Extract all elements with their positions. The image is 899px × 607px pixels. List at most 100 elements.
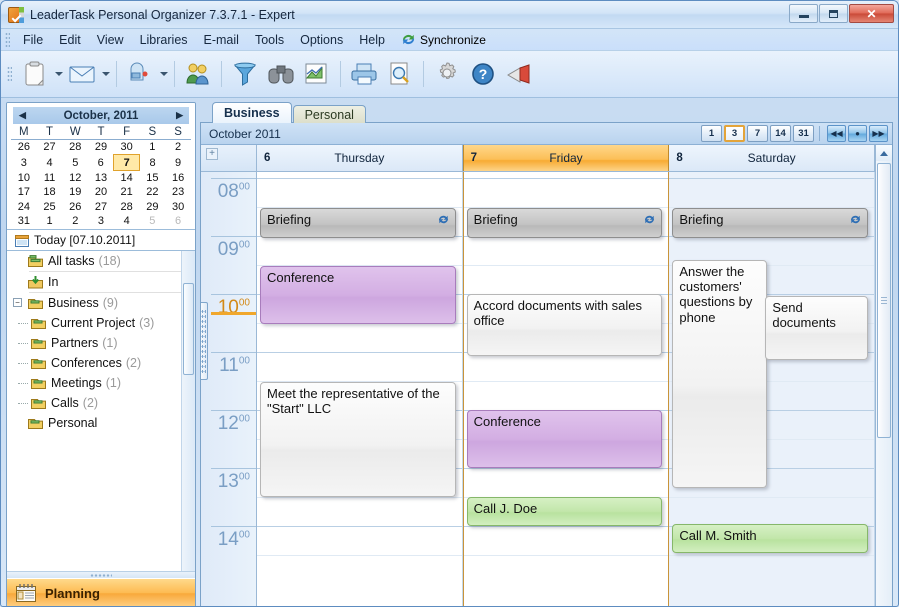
calendar-day[interactable]: 6 [88, 155, 114, 170]
calendar-event[interactable]: Briefing [672, 208, 869, 238]
tree-item-current-project[interactable]: Current Project (3) [7, 313, 195, 333]
day-header-thursday[interactable]: 6 Thursday [257, 145, 463, 171]
calendar-day[interactable]: 30 [114, 140, 140, 155]
calendar-day[interactable]: 6 [165, 214, 191, 228]
calendar-day[interactable]: 25 [37, 200, 63, 214]
calendar-event[interactable]: Briefing [260, 208, 456, 238]
filter-button[interactable] [227, 54, 263, 94]
new-task-dropdown[interactable] [53, 54, 64, 94]
scrollbar-thumb[interactable] [877, 163, 891, 438]
calendar-day[interactable]: 27 [37, 140, 63, 155]
tree-item-meetings[interactable]: Meetings (1) [7, 373, 195, 393]
calendar-day[interactable]: 28 [114, 200, 140, 214]
new-task-button[interactable] [17, 54, 53, 94]
calendar-day[interactable]: 26 [62, 200, 88, 214]
tree-item-partners[interactable]: Partners (1) [7, 333, 195, 353]
calendar-event[interactable]: Send documents [765, 296, 869, 360]
calendar-day[interactable]: 29 [88, 140, 114, 155]
calendar-day[interactable]: 4 [37, 155, 63, 170]
new-email-dropdown[interactable] [100, 54, 111, 94]
calendar-day[interactable]: 5 [140, 214, 166, 228]
calendar-day[interactable]: 23 [165, 185, 191, 199]
announce-button[interactable] [501, 54, 537, 94]
calendar-event[interactable]: Conference [260, 266, 456, 324]
calendar-day[interactable]: 5 [62, 155, 88, 170]
menu-view[interactable]: View [89, 31, 132, 49]
calendar-day-selected[interactable]: 7 [113, 154, 141, 171]
nav-button-planning[interactable]: Planning [7, 578, 195, 606]
calendar-day[interactable]: 16 [165, 170, 191, 185]
tree-expander-icon[interactable]: − [13, 298, 22, 308]
prev-period-button[interactable]: ◀◀ [827, 125, 846, 142]
print-button[interactable] [346, 54, 382, 94]
calendar-day[interactable]: 24 [11, 200, 37, 214]
calendar-day[interactable]: 9 [165, 155, 191, 170]
calendar-day[interactable]: 4 [114, 214, 140, 228]
calendar-day[interactable]: 13 [88, 170, 114, 185]
today-link[interactable]: Today [07.10.2011] [7, 229, 195, 250]
expand-plus-icon[interactable]: + [206, 148, 218, 160]
calendar-day[interactable]: 1 [37, 214, 63, 228]
menu-libraries[interactable]: Libraries [132, 31, 196, 49]
calendar-day[interactable]: 14 [114, 170, 140, 185]
calendar-day[interactable]: 18 [37, 185, 63, 199]
day-column-thursday[interactable]: Briefing Conference Meet the representativ… [257, 172, 463, 606]
next-month-button[interactable]: ▶ [176, 110, 183, 121]
calendar-day[interactable]: 17 [11, 185, 37, 199]
calendar-event[interactable]: Call J. Doe [466, 497, 663, 526]
calendar-day[interactable]: 12 [62, 170, 88, 185]
calendar-event[interactable]: Meet the representative of the "Start" L… [260, 382, 456, 497]
print-preview-button[interactable] [382, 54, 418, 94]
menu-grip-icon[interactable] [5, 31, 10, 48]
close-button[interactable]: ✕ [849, 4, 894, 23]
settings-button[interactable] [429, 54, 465, 94]
calendar-day[interactable]: 21 [114, 185, 140, 199]
tab-business[interactable]: Business [212, 102, 292, 123]
mailbox-dropdown[interactable] [158, 54, 169, 94]
tree-item-calls[interactable]: Calls (2) [7, 393, 195, 413]
mailbox-button[interactable] [122, 54, 158, 94]
tree-item-in[interactable]: In [7, 272, 195, 292]
calendar-day[interactable]: 2 [62, 214, 88, 228]
calendar-day[interactable]: 3 [88, 214, 114, 228]
calendar-day[interactable]: 11 [37, 170, 63, 185]
calendar-event[interactable]: Answer the customers' questions by phone [672, 260, 768, 488]
menu-email[interactable]: E-mail [196, 31, 247, 49]
menu-options[interactable]: Options [292, 31, 351, 49]
menu-edit[interactable]: Edit [51, 31, 89, 49]
scroll-up-button[interactable] [876, 145, 892, 161]
new-email-button[interactable] [64, 54, 100, 94]
sidebar-scrollbar-thumb[interactable] [183, 283, 194, 376]
tree-item-all-tasks[interactable]: All tasks (18) [7, 251, 195, 271]
calendar-day[interactable]: 27 [88, 200, 114, 214]
view-31-days-button[interactable]: 31 [793, 125, 814, 142]
day-column-friday[interactable]: Briefing Accord documents with sales offi… [462, 172, 670, 606]
calendar-day[interactable]: 1 [140, 140, 166, 155]
view-1-day-button[interactable]: 1 [701, 125, 722, 142]
calendar-day[interactable]: 31 [11, 214, 37, 228]
calendar-day[interactable]: 30 [165, 200, 191, 214]
calendar-day[interactable]: 10 [11, 170, 37, 185]
contacts-button[interactable] [180, 54, 216, 94]
menu-help[interactable]: Help [351, 31, 393, 49]
view-14-days-button[interactable]: 14 [770, 125, 791, 142]
minimize-button[interactable] [789, 4, 818, 23]
day-column-saturday[interactable]: Briefing Answer the customers' questions … [669, 172, 875, 606]
calendar-day[interactable]: 15 [140, 170, 166, 185]
tree-item-conferences[interactable]: Conferences (2) [7, 353, 195, 373]
day-header-friday[interactable]: 7 Friday [462, 145, 670, 171]
maximize-button[interactable] [819, 4, 848, 23]
menu-file[interactable]: File [15, 31, 51, 49]
calendar-day[interactable]: 29 [140, 200, 166, 214]
calendar-event[interactable]: Briefing [466, 208, 663, 238]
today-period-button[interactable]: ● [848, 125, 867, 142]
prev-month-button[interactable]: ◀ [19, 110, 26, 121]
calendar-day[interactable]: 3 [11, 155, 37, 170]
sidebar-splitter[interactable] [7, 571, 195, 578]
tree-item-personal[interactable]: Personal [7, 413, 195, 433]
calendar-event[interactable]: Accord documents with sales office [466, 294, 663, 356]
calendar-day[interactable]: 26 [11, 140, 37, 155]
next-period-button[interactable]: ▶▶ [869, 125, 888, 142]
tab-personal[interactable]: Personal [292, 105, 366, 123]
calendar-day[interactable]: 20 [88, 185, 114, 199]
